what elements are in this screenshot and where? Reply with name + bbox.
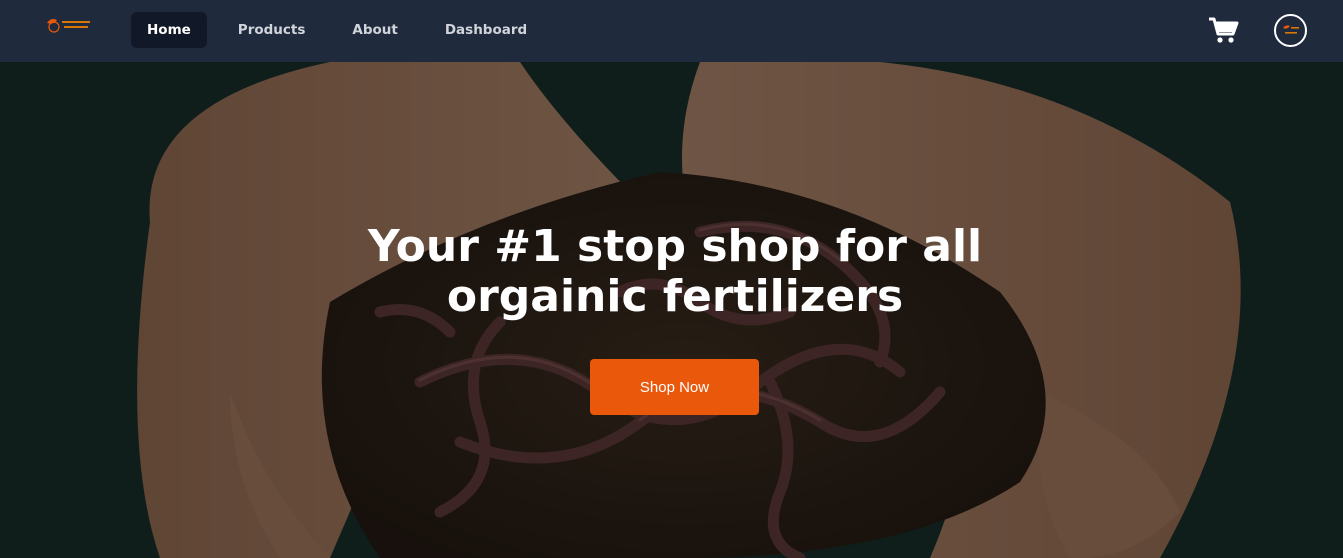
nav-link-products[interactable]: Products [222,12,322,48]
shop-now-button[interactable]: Shop Now [590,359,759,415]
top-navbar: Home Products About Dashboard [0,0,1343,62]
hero-title: Your #1 stop shop for all orgainic ferti… [367,221,983,322]
user-avatar[interactable] [1274,14,1307,47]
hero-section: Your #1 stop shop for all orgainic ferti… [0,62,1343,558]
nav-link-about[interactable]: About [336,12,413,48]
nav-links: Home Products About Dashboard [131,12,558,48]
brand-logo[interactable] [44,13,94,37]
shopping-cart-icon[interactable] [1207,15,1239,45]
nav-link-dashboard[interactable]: Dashboard [429,12,543,48]
nav-link-home[interactable]: Home [131,12,207,48]
